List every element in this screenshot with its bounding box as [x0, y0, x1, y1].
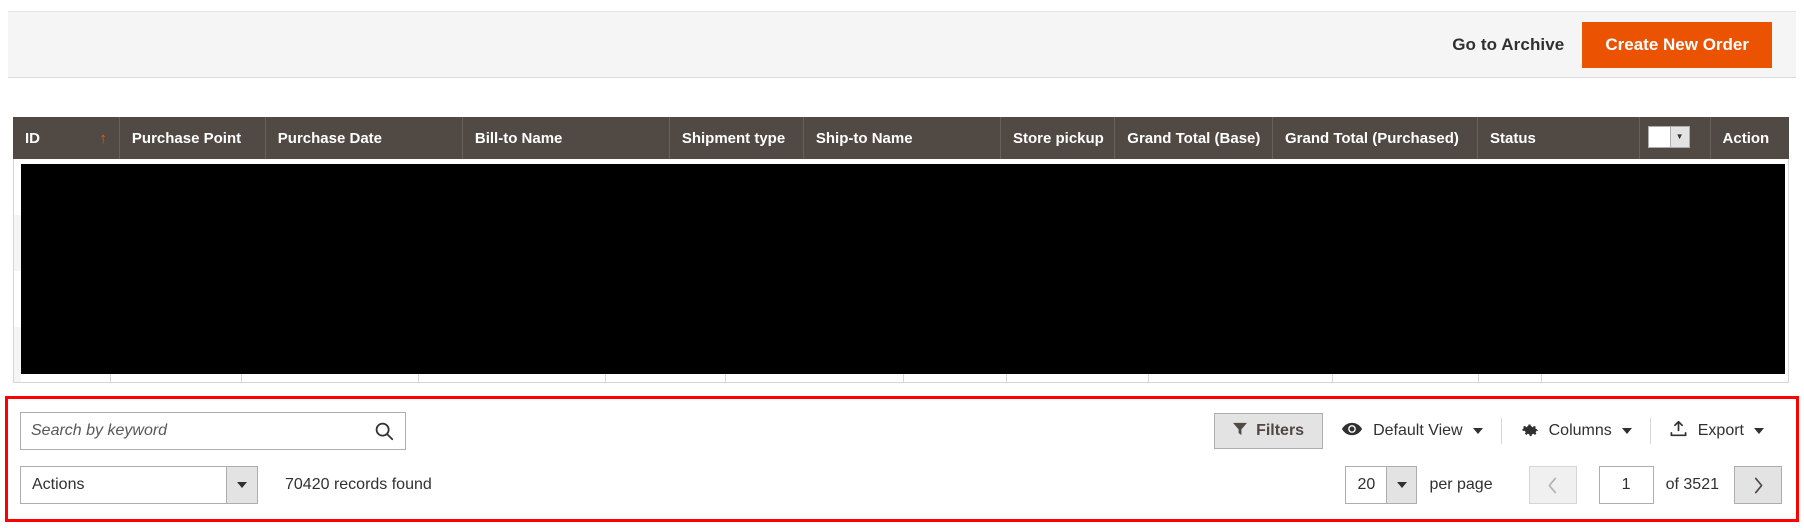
upload-icon [1669, 420, 1688, 442]
search-field-wrapper[interactable] [20, 412, 406, 450]
orders-grid-page: Go to Archive Create New Order ID ↑ Purc… [0, 0, 1804, 528]
default-view-dropdown[interactable]: Default View [1323, 413, 1501, 449]
next-page-button[interactable] [1734, 466, 1782, 504]
filters-button[interactable]: Filters [1214, 413, 1324, 449]
select-all-checkbox[interactable] [1648, 126, 1670, 147]
pagination-controls: 20 per page of 3521 [1345, 463, 1782, 507]
chevron-down-icon[interactable]: ▼ [1669, 126, 1689, 147]
chevron-down-icon [1472, 428, 1483, 434]
column-header-label: Grand Total (Base) [1127, 129, 1261, 147]
table-row [14, 159, 21, 215]
orders-data-grid: ID ↑ Purchase Point Purchase Date Bill-t… [13, 117, 1789, 383]
column-dividers [14, 374, 1788, 382]
grid-toolbar: Filters Default View [5, 396, 1799, 522]
records-found-label: 70420 records found [285, 476, 432, 493]
column-header-status[interactable]: Status [1477, 117, 1640, 159]
current-page-input[interactable] [1598, 466, 1654, 504]
chevron-down-icon [1754, 428, 1764, 434]
column-header-label: ID [25, 129, 40, 147]
per-page-value: 20 [1357, 476, 1376, 493]
column-header-action: Action [1710, 117, 1789, 159]
mass-actions-select[interactable]: Actions [20, 466, 258, 504]
column-header-label: Ship-to Name [815, 129, 913, 147]
column-header-grand-total-base[interactable]: Grand Total (Base) [1114, 117, 1273, 159]
column-header-purchase-date[interactable]: Purchase Date [265, 117, 463, 159]
previous-page-button[interactable] [1528, 466, 1577, 504]
export-dropdown[interactable]: Export [1651, 413, 1782, 449]
chevron-down-icon[interactable] [226, 467, 257, 503]
mass-actions-value: Actions [32, 476, 85, 493]
column-header-store-pickup[interactable]: Store pickup [1000, 117, 1116, 159]
total-pages-label: of 3521 [1665, 476, 1719, 493]
create-new-order-button[interactable]: Create New Order [1582, 21, 1772, 68]
column-header-label: Status [1489, 129, 1536, 147]
chevron-down-icon [1621, 428, 1632, 434]
column-header-label: Shipment type [681, 129, 786, 147]
table-row [14, 271, 21, 327]
select-all-dropdown[interactable]: ▼ [1647, 125, 1690, 148]
row-stripes [14, 159, 21, 382]
page-actions-bar: Go to Archive Create New Order [8, 11, 1796, 78]
column-header-id[interactable]: ID ↑ [13, 117, 120, 159]
search-icon[interactable] [363, 413, 405, 449]
columns-label: Columns [1548, 422, 1612, 439]
redacted-grid-content [21, 164, 1785, 374]
toolbar-search-row: Filters Default View [8, 409, 1796, 453]
per-page-select[interactable]: 20 [1345, 466, 1418, 504]
column-header-label: Bill-to Name [474, 129, 563, 147]
column-header-shipment-type[interactable]: Shipment type [669, 117, 804, 159]
column-header-label: Purchase Point [131, 129, 242, 147]
column-header-label: Grand Total (Purchased) [1284, 129, 1459, 147]
eye-icon [1341, 422, 1363, 441]
toolbar-right-controls: Filters Default View Columns Export [1214, 409, 1782, 453]
column-header-label: Store pickup [1012, 129, 1104, 147]
gear-icon [1520, 419, 1539, 443]
column-header-label: Action [1722, 129, 1770, 147]
toolbar-actions-row: Actions 70420 records found 20 per page … [8, 463, 1796, 507]
column-header-grand-total-purchased[interactable]: Grand Total (Purchased) [1272, 117, 1478, 159]
grid-table: ID ↑ Purchase Point Purchase Date Bill-t… [13, 117, 1789, 159]
sort-ascending-icon: ↑ [99, 129, 107, 147]
column-header-bill-to-name[interactable]: Bill-to Name [462, 117, 670, 159]
filters-label: Filters [1256, 422, 1305, 439]
grid-header-row: ID ↑ Purchase Point Purchase Date Bill-t… [13, 117, 1789, 159]
chevron-down-icon[interactable] [1385, 467, 1417, 503]
column-header-purchase-point[interactable]: Purchase Point [119, 117, 266, 159]
default-view-label: Default View [1373, 422, 1463, 439]
columns-dropdown[interactable]: Columns [1502, 413, 1650, 449]
funnel-icon [1233, 422, 1248, 441]
search-input[interactable] [21, 422, 363, 440]
grid-body [13, 159, 1789, 383]
column-header-ship-to-name[interactable]: Ship-to Name [803, 117, 1001, 159]
per-page-label: per page [1429, 476, 1493, 493]
table-row [14, 215, 21, 271]
export-label: Export [1697, 422, 1744, 439]
column-header-label: Purchase Date [277, 129, 382, 147]
go-to-archive-button[interactable]: Go to Archive [1434, 35, 1582, 55]
column-header-select-all[interactable]: ▼ [1639, 117, 1711, 159]
